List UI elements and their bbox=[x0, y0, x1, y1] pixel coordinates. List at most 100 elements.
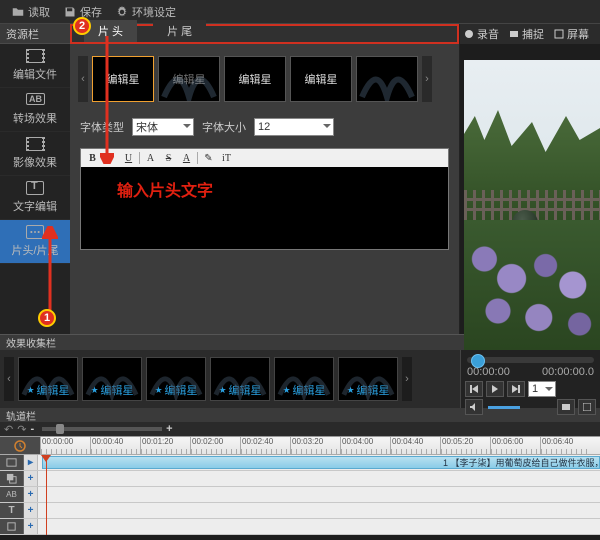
collect-item[interactable]: ★编辑星 bbox=[274, 357, 334, 401]
snapshot-button[interactable] bbox=[557, 399, 575, 415]
env-button[interactable]: 环境设定 bbox=[110, 2, 182, 22]
tab-tail[interactable]: 片 尾 bbox=[153, 20, 206, 42]
thumb-prev[interactable]: ‹ bbox=[78, 56, 88, 102]
folder-icon bbox=[12, 6, 24, 18]
volume-slider[interactable] bbox=[488, 406, 520, 409]
ruler-tick: 00:06:00 bbox=[490, 437, 540, 454]
video-clip[interactable]: 1 【李子柒】用葡萄皮给自己做件衣服， bbox=[42, 456, 600, 469]
track-add[interactable]: + bbox=[24, 471, 38, 486]
fullscreen-button[interactable]: 屏幕 bbox=[554, 26, 589, 42]
ruler-tick: 00:00:40 bbox=[90, 437, 140, 454]
track-add[interactable]: ▸ bbox=[24, 455, 38, 470]
sidebar-item-edit-file[interactable]: 编辑文件 bbox=[0, 44, 70, 88]
camera-icon bbox=[509, 29, 519, 39]
play-button[interactable] bbox=[486, 381, 504, 397]
time-current: 00:00:00 bbox=[467, 366, 510, 378]
env-label: 环境设定 bbox=[132, 4, 176, 20]
zoom-in[interactable]: + bbox=[166, 423, 172, 435]
redo-button[interactable]: ↷ bbox=[17, 423, 26, 436]
preview-toolbar: 录音 捕捉 屏幕 bbox=[460, 24, 600, 44]
font-type-value: 宋体 bbox=[136, 119, 158, 135]
playhead[interactable] bbox=[46, 455, 47, 535]
collect-item[interactable]: ★编辑星 bbox=[338, 357, 398, 401]
sidebar-item-text-edit[interactable]: 文字编辑 bbox=[0, 176, 70, 220]
font-row: 字体类型 宋体 字体大小 12 bbox=[70, 114, 459, 140]
ruler-tick: 00:02:40 bbox=[240, 437, 290, 454]
thumb-label: 编辑星 bbox=[173, 71, 206, 87]
bold-button[interactable]: B bbox=[85, 151, 100, 165]
text-track[interactable]: T + bbox=[0, 503, 600, 519]
expand-button[interactable] bbox=[578, 399, 596, 415]
ruler-tick: 00:01:20 bbox=[140, 437, 190, 454]
sidebar-item-transition[interactable]: 转场效果 bbox=[0, 88, 70, 132]
text-input-area[interactable]: 输入片头文字 bbox=[81, 167, 448, 249]
text-icon bbox=[26, 181, 44, 195]
sidebar-label: 影像效果 bbox=[13, 154, 57, 170]
next-frame-button[interactable] bbox=[507, 381, 525, 397]
track-rows: ▸ 1 【李子柒】用葡萄皮给自己做件衣服， + AB + T + + bbox=[0, 455, 600, 535]
resource-title: 资源栏 bbox=[0, 24, 70, 44]
undo-button[interactable]: ↶ bbox=[4, 423, 13, 436]
collect-prev[interactable]: ‹ bbox=[4, 357, 14, 401]
fx-icon bbox=[26, 137, 44, 151]
font-size-label: 字体大小 bbox=[202, 119, 246, 135]
sidebar-item-titles[interactable]: 片头/片尾 bbox=[0, 220, 70, 264]
annotation-1: 1 bbox=[38, 309, 56, 327]
zoom-slider[interactable] bbox=[42, 427, 162, 431]
track-add[interactable]: + bbox=[24, 519, 38, 534]
preview-video[interactable] bbox=[464, 60, 600, 350]
ruler-tick: 00:06:40 bbox=[540, 437, 590, 454]
underline-a-button[interactable]: A bbox=[179, 151, 194, 165]
ruler-tick: 00:04:00 bbox=[340, 437, 390, 454]
collect-item[interactable]: ★编辑星 bbox=[18, 357, 78, 401]
track-add[interactable]: + bbox=[24, 503, 38, 518]
text-toolbar: B I U A S A ✎ iT bbox=[81, 149, 448, 167]
fullscreen-label: 屏幕 bbox=[567, 26, 589, 42]
speed-value: 1 bbox=[532, 383, 538, 395]
color-a-button[interactable]: A bbox=[143, 151, 158, 165]
track-add[interactable]: + bbox=[24, 487, 38, 502]
video-track[interactable]: ▸ 1 【李子柒】用葡萄皮给自己做件衣服， bbox=[0, 455, 600, 471]
edit-button[interactable]: ✎ bbox=[201, 151, 216, 165]
sidebar-item-video-fx[interactable]: 影像效果 bbox=[0, 132, 70, 176]
annotation-arrow-1 bbox=[42, 226, 58, 312]
record-button[interactable]: 录音 bbox=[464, 26, 499, 42]
strike-button[interactable]: S bbox=[161, 151, 176, 165]
timeline: 00:00:00 00:00:40 00:01:20 00:02:00 00:0… bbox=[0, 436, 600, 535]
zoom-out[interactable]: - bbox=[30, 423, 34, 435]
editor-placeholder: 输入片头文字 bbox=[117, 177, 213, 201]
time-ruler[interactable]: 00:00:00 00:00:40 00:01:20 00:02:00 00:0… bbox=[0, 437, 600, 455]
capture-button[interactable]: 捕捉 bbox=[509, 26, 544, 42]
volume-button[interactable] bbox=[465, 399, 483, 415]
collect-item[interactable]: ★编辑星 bbox=[82, 357, 142, 401]
transition-track[interactable]: AB + bbox=[0, 487, 600, 503]
it-button[interactable]: iT bbox=[219, 151, 234, 165]
thumb-next[interactable]: › bbox=[422, 56, 432, 102]
read-button[interactable]: 读取 bbox=[6, 2, 56, 22]
thumb-2[interactable]: 编辑星 bbox=[158, 56, 220, 102]
screen-icon bbox=[554, 29, 564, 39]
sidebar-label: 转场效果 bbox=[13, 110, 57, 126]
tab-row: 片 头 片 尾 bbox=[70, 24, 459, 44]
thumb-5[interactable] bbox=[356, 56, 418, 102]
font-type-select[interactable]: 宋体 bbox=[132, 118, 194, 136]
collect-next[interactable]: › bbox=[402, 357, 412, 401]
prev-frame-button[interactable] bbox=[465, 381, 483, 397]
speed-select[interactable]: 1 bbox=[528, 381, 556, 397]
font-size-select[interactable]: 12 bbox=[254, 118, 334, 136]
video-track-icon bbox=[6, 457, 17, 468]
extra-track[interactable]: + bbox=[0, 519, 600, 535]
track-controls: ↶ ↷ - + bbox=[0, 422, 600, 436]
thumb-4[interactable]: 编辑星 bbox=[290, 56, 352, 102]
underline-button[interactable]: U bbox=[121, 151, 136, 165]
seek-bar[interactable] bbox=[467, 357, 594, 363]
overlay-track[interactable]: + bbox=[0, 471, 600, 487]
text-editor: B I U A S A ✎ iT 输入片头文字 bbox=[80, 148, 449, 250]
collect-item[interactable]: ★编辑星 bbox=[146, 357, 206, 401]
thumb-3[interactable]: 编辑星 bbox=[224, 56, 286, 102]
font-size-value: 12 bbox=[258, 121, 270, 133]
player-controls: 00:00:0000:00:00.0 1 bbox=[460, 350, 600, 408]
save-icon bbox=[64, 6, 76, 18]
ruler-tick: 00:03:20 bbox=[290, 437, 340, 454]
collect-item[interactable]: ★编辑星 bbox=[210, 357, 270, 401]
